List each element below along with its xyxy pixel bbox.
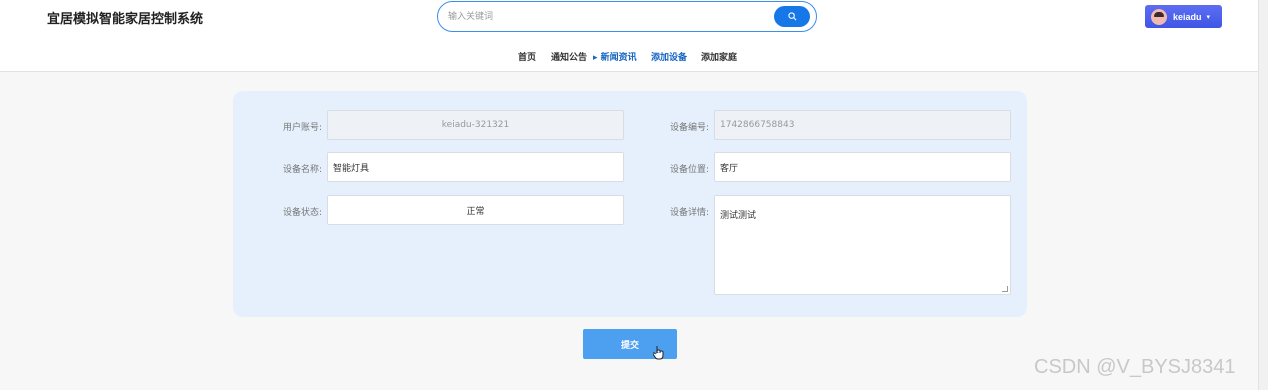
device-location-label: 设备位置: (669, 165, 709, 175)
device-number-label: 设备编号: (669, 123, 709, 133)
device-location-value: 客厅 (720, 163, 739, 174)
search-button[interactable] (774, 6, 810, 27)
device-number-value: 1742866758843 (720, 120, 795, 130)
device-status-value: 正常 (466, 206, 485, 217)
user-account-value: keiadu-321321 (441, 120, 510, 130)
user-name: keiadu (1173, 11, 1202, 22)
search-icon (787, 12, 796, 21)
search-bar (437, 1, 817, 32)
vertical-scrollbar[interactable] (1258, 0, 1268, 390)
nav-home[interactable]: 首页 (518, 50, 536, 63)
user-account-field: keiadu-321321 (327, 110, 624, 140)
nav-add-device[interactable]: 添加设备 (651, 50, 687, 63)
resize-handle-icon[interactable] (1002, 286, 1008, 292)
watermark: CSDN @V_BYSJ8341 (1034, 356, 1236, 378)
hand-cursor-icon (653, 346, 664, 360)
device-name-field[interactable]: 智能灯具 (327, 152, 624, 182)
search-input[interactable] (448, 8, 768, 26)
device-detail-label: 设备详情: (669, 208, 709, 218)
nav-add-family[interactable]: 添加家庭 (701, 50, 737, 63)
device-detail-value: 测试测试 (720, 211, 757, 221)
nav-news[interactable]: ▸ 新闻资讯 (593, 50, 637, 63)
user-menu-button[interactable]: keiadu ▾ (1145, 5, 1222, 28)
site-title: 宜居模拟智能家居控制系统 (47, 12, 204, 27)
device-status-label: 设备状态: (282, 208, 322, 218)
avatar (1151, 8, 1167, 25)
nav-notice[interactable]: 通知公告 (551, 50, 587, 63)
device-detail-textarea[interactable]: 测试测试 (714, 195, 1011, 295)
chevron-down-icon: ▾ (1206, 13, 1211, 21)
device-name-label: 设备名称: (282, 165, 322, 175)
device-number-field: 1742866758843 (714, 110, 1011, 140)
user-account-label: 用户账号: (282, 123, 322, 133)
device-status-field[interactable]: 正常 (327, 195, 624, 225)
top-header: 宜居模拟智能家居控制系统 keiadu ▾ 首页 通知公告 ▸ 新闻资讯 添加设… (0, 0, 1258, 72)
device-location-field[interactable]: 客厅 (714, 152, 1011, 182)
device-name-value: 智能灯具 (333, 163, 370, 174)
